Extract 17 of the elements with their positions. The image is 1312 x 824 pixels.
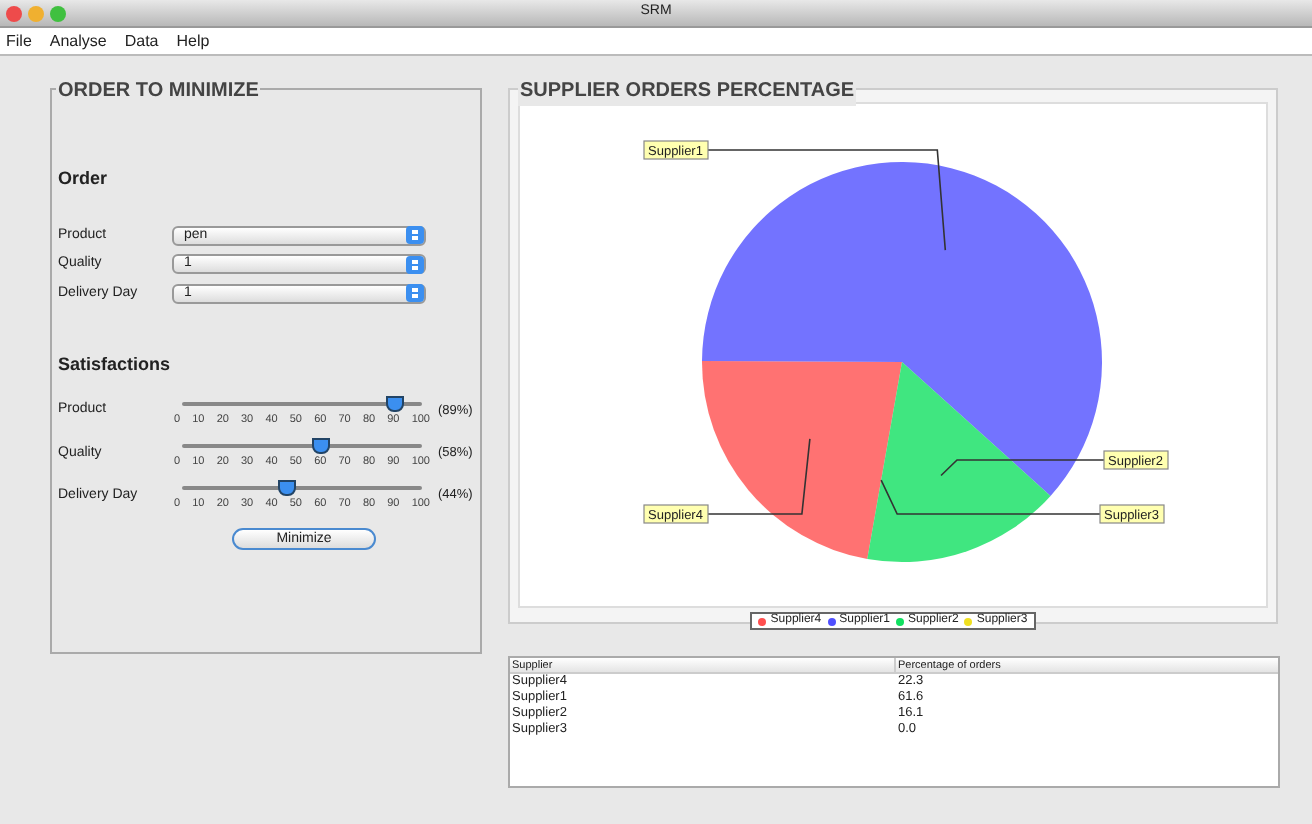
- menu-item[interactable]: Data: [124, 29, 159, 53]
- panel-title: SUPPLIER ORDERS PERCENTAGE: [518, 76, 857, 106]
- dropdown-arrows-icon: [406, 284, 424, 303]
- slider-thumb[interactable]: [278, 480, 297, 496]
- dropdown-arrows-icon: [406, 255, 424, 274]
- section-heading: Order: [58, 166, 110, 192]
- slider-track[interactable]: [182, 395, 422, 411]
- menu-item[interactable]: File: [6, 29, 32, 53]
- leader-line: [707, 438, 811, 515]
- menu-item[interactable]: Analyse: [49, 29, 107, 53]
- menu-item[interactable]: Help: [176, 29, 210, 53]
- dropdown-arrows-icon: [406, 226, 424, 245]
- slider-track[interactable]: [182, 480, 422, 496]
- slider-track[interactable]: [182, 437, 422, 454]
- section-heading: Satisfactions: [58, 352, 173, 378]
- slider-thumb[interactable]: [386, 395, 405, 411]
- slider-thumb[interactable]: [312, 437, 331, 454]
